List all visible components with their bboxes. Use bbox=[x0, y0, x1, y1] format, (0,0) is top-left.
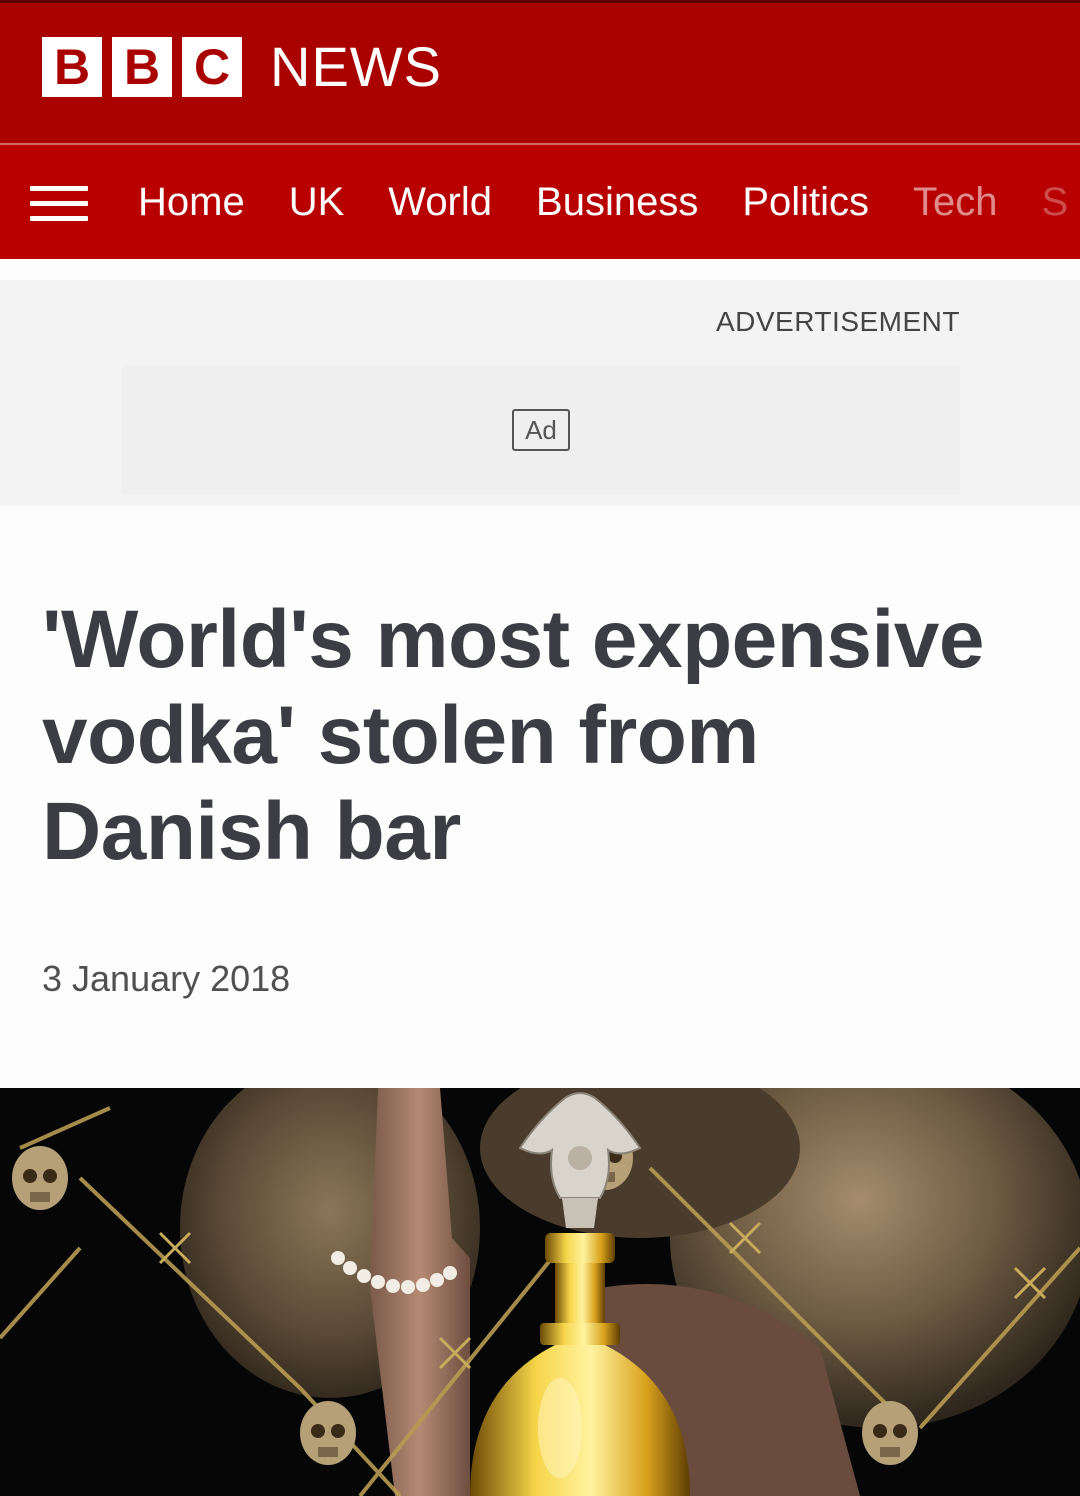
logo-letter-b2: B bbox=[112, 37, 172, 97]
hero-image[interactable] bbox=[0, 1088, 1080, 1496]
masthead: B B C NEWS bbox=[0, 0, 1080, 143]
advertisement-area: ADVERTISEMENT Ad bbox=[0, 280, 1080, 506]
nav-item-politics[interactable]: Politics bbox=[742, 180, 869, 225]
bbc-news-article-page: B B C NEWS Home UK World Business Politi… bbox=[0, 0, 1080, 1496]
bbc-news-logo[interactable]: B B C NEWS bbox=[42, 37, 442, 97]
advertisement-label: ADVERTISEMENT bbox=[715, 306, 960, 337]
nav-item-business[interactable]: Business bbox=[536, 180, 698, 225]
nav-item-world[interactable]: World bbox=[388, 180, 492, 225]
hamburger-menu-icon[interactable] bbox=[30, 186, 88, 222]
logo-news-word: NEWS bbox=[270, 35, 442, 98]
logo-letter-c: C bbox=[182, 37, 242, 97]
nav-item-home[interactable]: Home bbox=[138, 180, 245, 225]
main-navigation: Home UK World Business Politics Tech S bbox=[0, 143, 1080, 259]
article-headline: 'World's most expensive vodka' stolen fr… bbox=[42, 594, 984, 877]
nav-items: Home UK World Business Politics Tech S bbox=[138, 145, 1080, 259]
nav-item-sport-partial[interactable]: S bbox=[1042, 180, 1069, 225]
nav-item-tech[interactable]: Tech bbox=[913, 180, 998, 225]
hero-illustration bbox=[0, 1088, 1080, 1496]
logo-letter-b1: B bbox=[42, 37, 102, 97]
ad-badge: Ad bbox=[512, 409, 570, 451]
article-date: 3 January 2018 bbox=[42, 958, 291, 999]
nav-item-uk[interactable]: UK bbox=[289, 180, 345, 225]
